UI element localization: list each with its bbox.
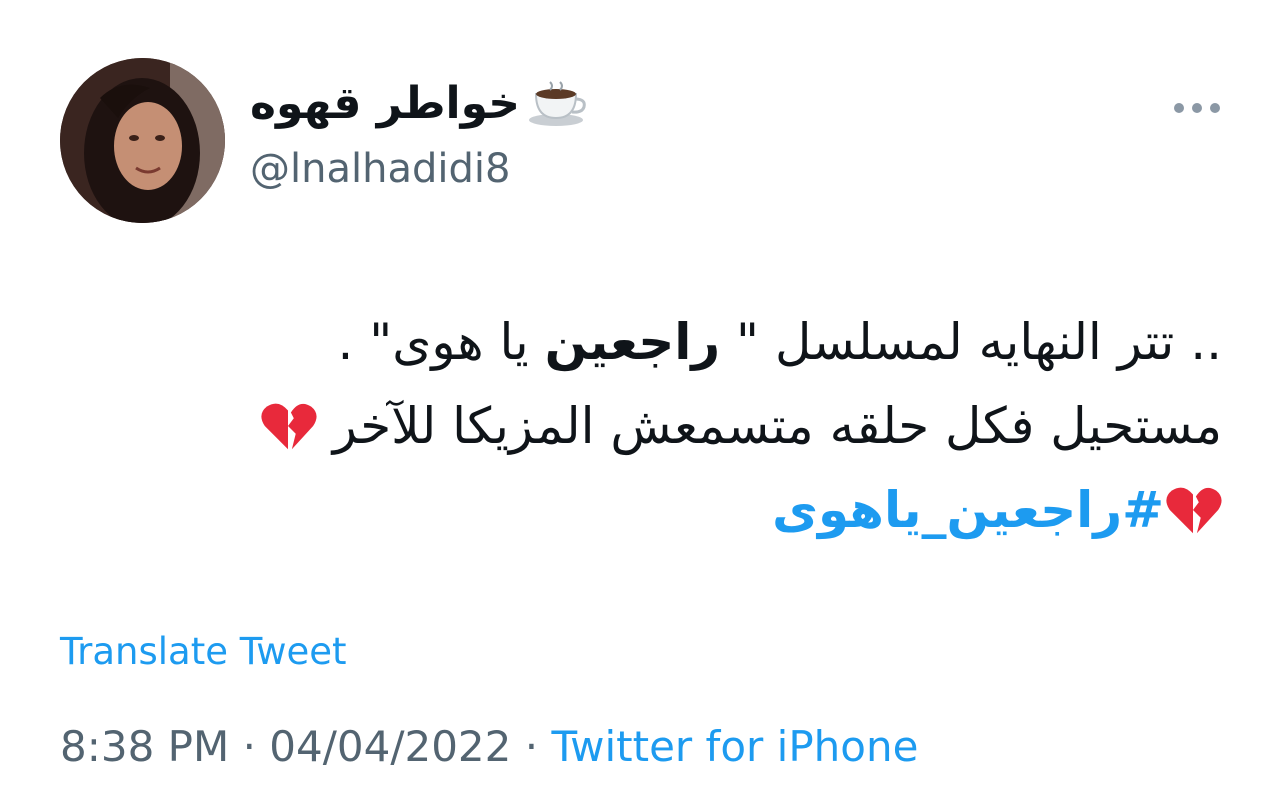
- tweet-line-2: مستحيل فكل حلقه متسمعش المزيكا للآخر: [62, 384, 1222, 468]
- meta-separator: ·: [511, 722, 552, 771]
- more-dot: [1210, 103, 1220, 113]
- tweet-meta: 8:38 PM · 04/04/2022 · Twitter for iPhon…: [60, 722, 918, 771]
- broken-heart-icon: [261, 403, 317, 450]
- tweet-line-1-pre: .. تتر النهايه لمسلسل ": [720, 313, 1222, 371]
- author-display-name[interactable]: خواطر قهوه: [250, 78, 588, 129]
- tweet-time[interactable]: 8:38 PM: [60, 722, 229, 771]
- tweet-source-link[interactable]: Twitter for iPhone: [551, 722, 918, 771]
- more-dot: [1192, 103, 1202, 113]
- coffee-cup-icon: [528, 80, 586, 126]
- hashtag-link[interactable]: #راجعين_ياهوى: [772, 481, 1164, 539]
- translate-tweet-link[interactable]: Translate Tweet: [60, 630, 347, 673]
- avatar-photo: [60, 58, 225, 223]
- tweet-line-3: #راجعين_ياهوى: [62, 468, 1222, 552]
- tweet-text: .. تتر النهايه لمسلسل " راجعين يا هوى" .…: [62, 300, 1222, 552]
- meta-separator: ·: [229, 722, 270, 771]
- tweet-line-1-bold: راجعين: [544, 313, 721, 371]
- tweet-line-1-post: يا هوى" .: [337, 313, 545, 371]
- more-options-icon[interactable]: [1174, 98, 1220, 118]
- author-handle[interactable]: @lnalhadidi8: [250, 146, 510, 192]
- tweet-date[interactable]: 04/04/2022: [269, 722, 511, 771]
- tweet-line-1: .. تتر النهايه لمسلسل " راجعين يا هوى" .: [62, 300, 1223, 384]
- more-dot: [1174, 103, 1184, 113]
- broken-heart-icon: [1166, 487, 1222, 534]
- tweet-card: خواطر قهوه @lnalhadidi8 .. تتر النهايه ل…: [0, 0, 1284, 799]
- tweet-line-2-text: مستحيل فكل حلقه متسمعش المزيكا للآخر: [332, 397, 1222, 455]
- display-name-text: خواطر قهوه: [250, 78, 520, 129]
- avatar[interactable]: [60, 58, 225, 223]
